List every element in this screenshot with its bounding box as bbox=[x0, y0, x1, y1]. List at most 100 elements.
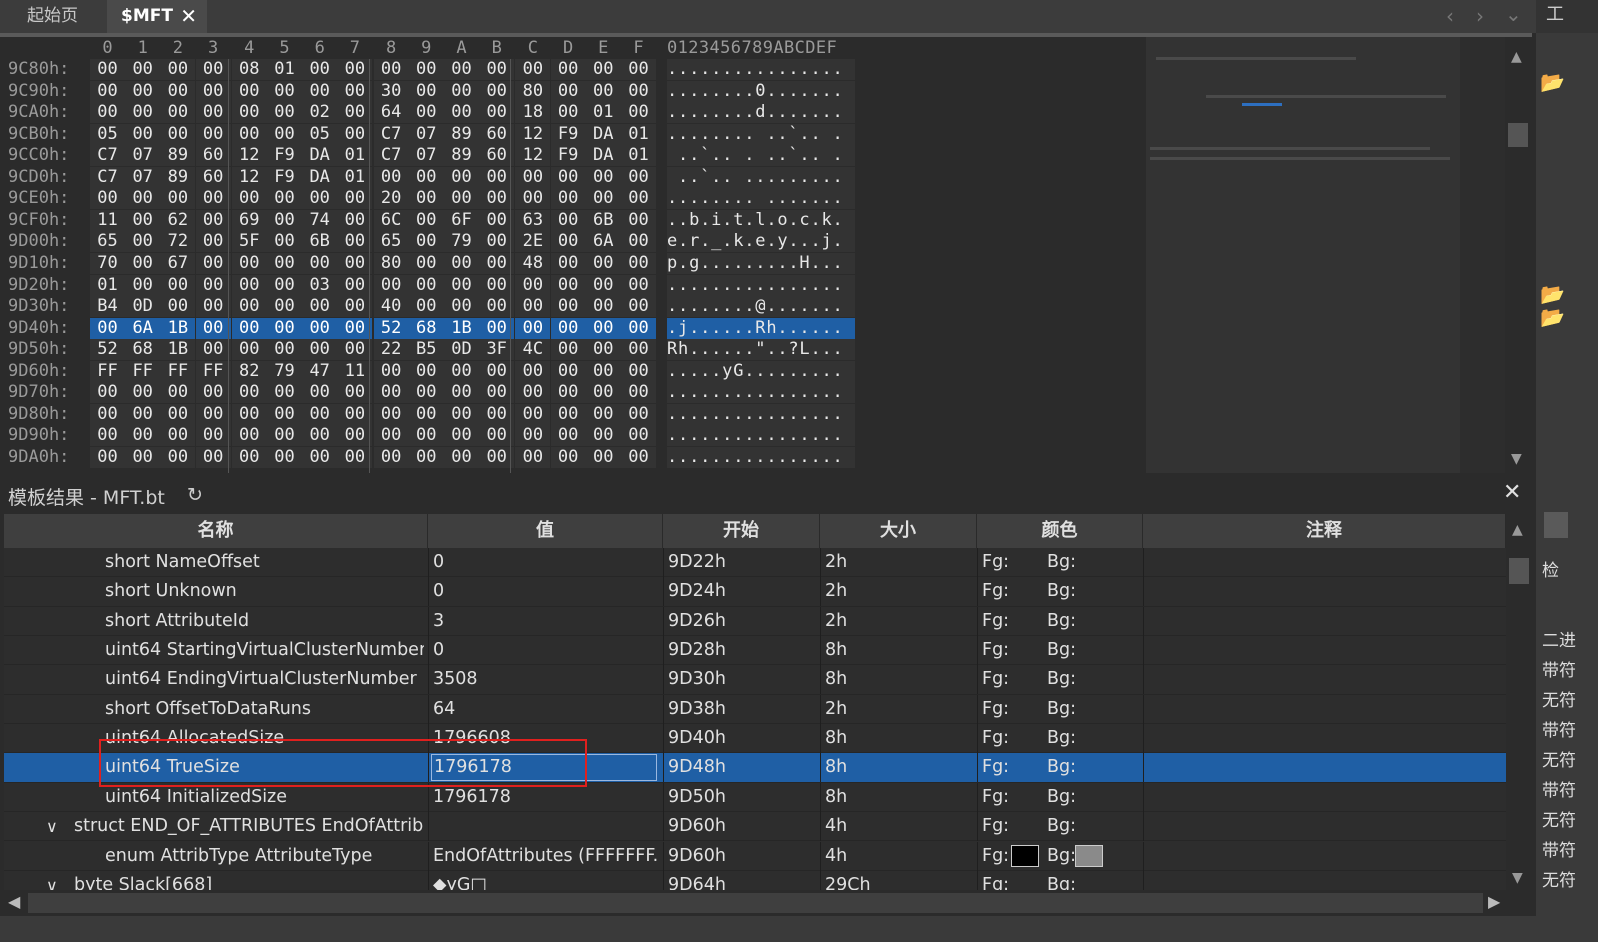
hex-byte[interactable]: 00 bbox=[195, 382, 231, 404]
hex-byte[interactable]: 00 bbox=[267, 403, 302, 425]
scroll-up-icon[interactable]: ▲ bbox=[1511, 49, 1522, 65]
hex-byte[interactable]: 00 bbox=[373, 166, 409, 188]
hex-byte[interactable]: 00 bbox=[302, 80, 338, 102]
hex-byte[interactable]: 00 bbox=[337, 59, 373, 80]
hex-byte[interactable]: 00 bbox=[585, 296, 621, 318]
hex-row-ascii[interactable]: ................ bbox=[667, 59, 855, 80]
hex-byte[interactable]: 00 bbox=[160, 80, 196, 102]
hex-byte[interactable]: 00 bbox=[160, 188, 196, 210]
hex-row-ascii[interactable]: ..b.i.t.l.o.c.k. bbox=[667, 209, 855, 231]
hex-byte[interactable]: 00 bbox=[337, 317, 373, 339]
hex-byte[interactable]: 00 bbox=[550, 403, 586, 425]
hex-byte[interactable]: 60 bbox=[195, 145, 231, 167]
col-header-comment[interactable]: 注释 bbox=[1143, 514, 1506, 548]
hex-byte[interactable]: 00 bbox=[160, 296, 196, 318]
hex-byte[interactable]: 00 bbox=[479, 317, 515, 339]
hex-byte[interactable]: 00 bbox=[479, 102, 515, 124]
hex-byte[interactable]: 00 bbox=[479, 59, 515, 80]
col-header-start[interactable]: 开始 bbox=[663, 514, 820, 548]
hex-byte[interactable]: 00 bbox=[302, 382, 338, 404]
hex-byte[interactable]: 60 bbox=[195, 166, 231, 188]
field-value[interactable] bbox=[433, 812, 659, 841]
hex-byte[interactable]: 63 bbox=[515, 209, 551, 231]
col-header-value[interactable]: 值 bbox=[428, 514, 663, 548]
hex-byte[interactable]: 00 bbox=[125, 382, 161, 404]
hex-byte[interactable]: 00 bbox=[515, 188, 551, 210]
hex-byte[interactable]: 00 bbox=[408, 59, 444, 80]
hex-byte[interactable]: 00 bbox=[621, 59, 656, 80]
hex-byte[interactable]: 00 bbox=[408, 252, 444, 274]
hex-byte[interactable]: 00 bbox=[585, 382, 621, 404]
hex-byte[interactable]: 00 bbox=[267, 188, 302, 210]
hex-byte[interactable]: 00 bbox=[373, 59, 409, 80]
hex-byte[interactable]: 00 bbox=[515, 296, 551, 318]
hex-byte[interactable]: 00 bbox=[337, 102, 373, 124]
hex-byte[interactable]: 01 bbox=[337, 166, 373, 188]
hex-row-ascii[interactable]: ........d....... bbox=[667, 102, 855, 124]
hex-byte[interactable]: FF bbox=[195, 360, 231, 382]
scroll-right-icon[interactable]: ▶ bbox=[1488, 892, 1500, 911]
hex-byte[interactable]: 00 bbox=[621, 382, 656, 404]
hex-byte[interactable]: 00 bbox=[125, 446, 161, 468]
hex-byte[interactable]: 5F bbox=[231, 231, 267, 253]
hex-byte[interactable]: 00 bbox=[337, 231, 373, 253]
hex-byte[interactable]: 01 bbox=[585, 102, 621, 124]
hex-byte[interactable]: 08 bbox=[231, 59, 267, 80]
hex-byte[interactable]: 12 bbox=[231, 166, 267, 188]
tab-list-icon[interactable]: ⌄ bbox=[1505, 2, 1522, 26]
hex-byte[interactable]: 00 bbox=[550, 339, 586, 361]
hex-byte[interactable]: 00 bbox=[267, 382, 302, 404]
hex-byte[interactable]: 00 bbox=[195, 80, 231, 102]
hex-byte[interactable]: FF bbox=[90, 360, 125, 382]
hex-byte[interactable]: 00 bbox=[444, 166, 479, 188]
hex-byte[interactable]: 00 bbox=[337, 339, 373, 361]
folder-open-icon[interactable]: 📂 bbox=[1540, 305, 1565, 329]
hex-byte[interactable]: 00 bbox=[408, 80, 444, 102]
scroll-left-icon[interactable]: ◀ bbox=[8, 892, 20, 911]
hex-byte[interactable]: 00 bbox=[195, 425, 231, 447]
hex-byte[interactable]: 65 bbox=[373, 231, 409, 253]
hex-byte[interactable]: 22 bbox=[373, 339, 409, 361]
hex-byte[interactable]: 00 bbox=[621, 403, 656, 425]
hex-byte[interactable]: 00 bbox=[585, 403, 621, 425]
hex-byte[interactable]: 00 bbox=[231, 317, 267, 339]
table-scroll-thumb[interactable] bbox=[1509, 558, 1529, 584]
hex-byte[interactable]: 00 bbox=[373, 274, 409, 296]
hex-byte[interactable]: 00 bbox=[550, 166, 586, 188]
hex-byte[interactable]: 00 bbox=[444, 80, 479, 102]
close-panel-icon[interactable]: ✕ bbox=[1503, 480, 1521, 505]
hex-byte[interactable]: 00 bbox=[479, 188, 515, 210]
hex-byte[interactable]: 07 bbox=[408, 123, 444, 145]
hex-byte[interactable]: 67 bbox=[160, 252, 196, 274]
hex-byte[interactable]: 00 bbox=[90, 382, 125, 404]
hex-byte[interactable]: 00 bbox=[90, 102, 125, 124]
hex-byte[interactable]: 20 bbox=[373, 188, 409, 210]
hex-byte[interactable]: 30 bbox=[373, 80, 409, 102]
hex-byte[interactable]: 60 bbox=[479, 145, 515, 167]
hex-byte[interactable]: 00 bbox=[550, 446, 586, 468]
hex-byte[interactable]: 00 bbox=[585, 252, 621, 274]
hex-byte[interactable]: 00 bbox=[267, 296, 302, 318]
field-value[interactable]: 0 bbox=[433, 636, 659, 665]
hex-byte[interactable]: 00 bbox=[231, 188, 267, 210]
hex-byte[interactable]: 00 bbox=[408, 446, 444, 468]
hex-byte[interactable]: 00 bbox=[621, 317, 656, 339]
hex-byte[interactable]: 69 bbox=[231, 209, 267, 231]
hex-byte[interactable]: 12 bbox=[515, 145, 551, 167]
hex-row-ascii[interactable]: ................ bbox=[667, 274, 855, 296]
hex-byte[interactable]: 00 bbox=[408, 296, 444, 318]
hex-byte[interactable]: 00 bbox=[479, 360, 515, 382]
hex-byte[interactable]: 00 bbox=[302, 296, 338, 318]
hex-byte[interactable]: 00 bbox=[479, 80, 515, 102]
refresh-icon[interactable]: ↻ bbox=[187, 484, 203, 506]
hex-byte[interactable]: 00 bbox=[267, 231, 302, 253]
hex-byte[interactable]: 00 bbox=[267, 274, 302, 296]
hex-byte[interactable]: 11 bbox=[90, 209, 125, 231]
folder-icon[interactable]: 📂 bbox=[1540, 70, 1565, 94]
hex-row-ascii[interactable]: ................ bbox=[667, 403, 855, 425]
table-row[interactable]: short Unknown 0 9D24h 2h Fg: Bg: bbox=[4, 577, 1506, 607]
col-header-size[interactable]: 大小 bbox=[820, 514, 977, 548]
hex-row-ascii[interactable]: ................ bbox=[667, 425, 855, 447]
hex-byte[interactable]: 00 bbox=[90, 317, 125, 339]
hex-byte[interactable]: 00 bbox=[160, 102, 196, 124]
